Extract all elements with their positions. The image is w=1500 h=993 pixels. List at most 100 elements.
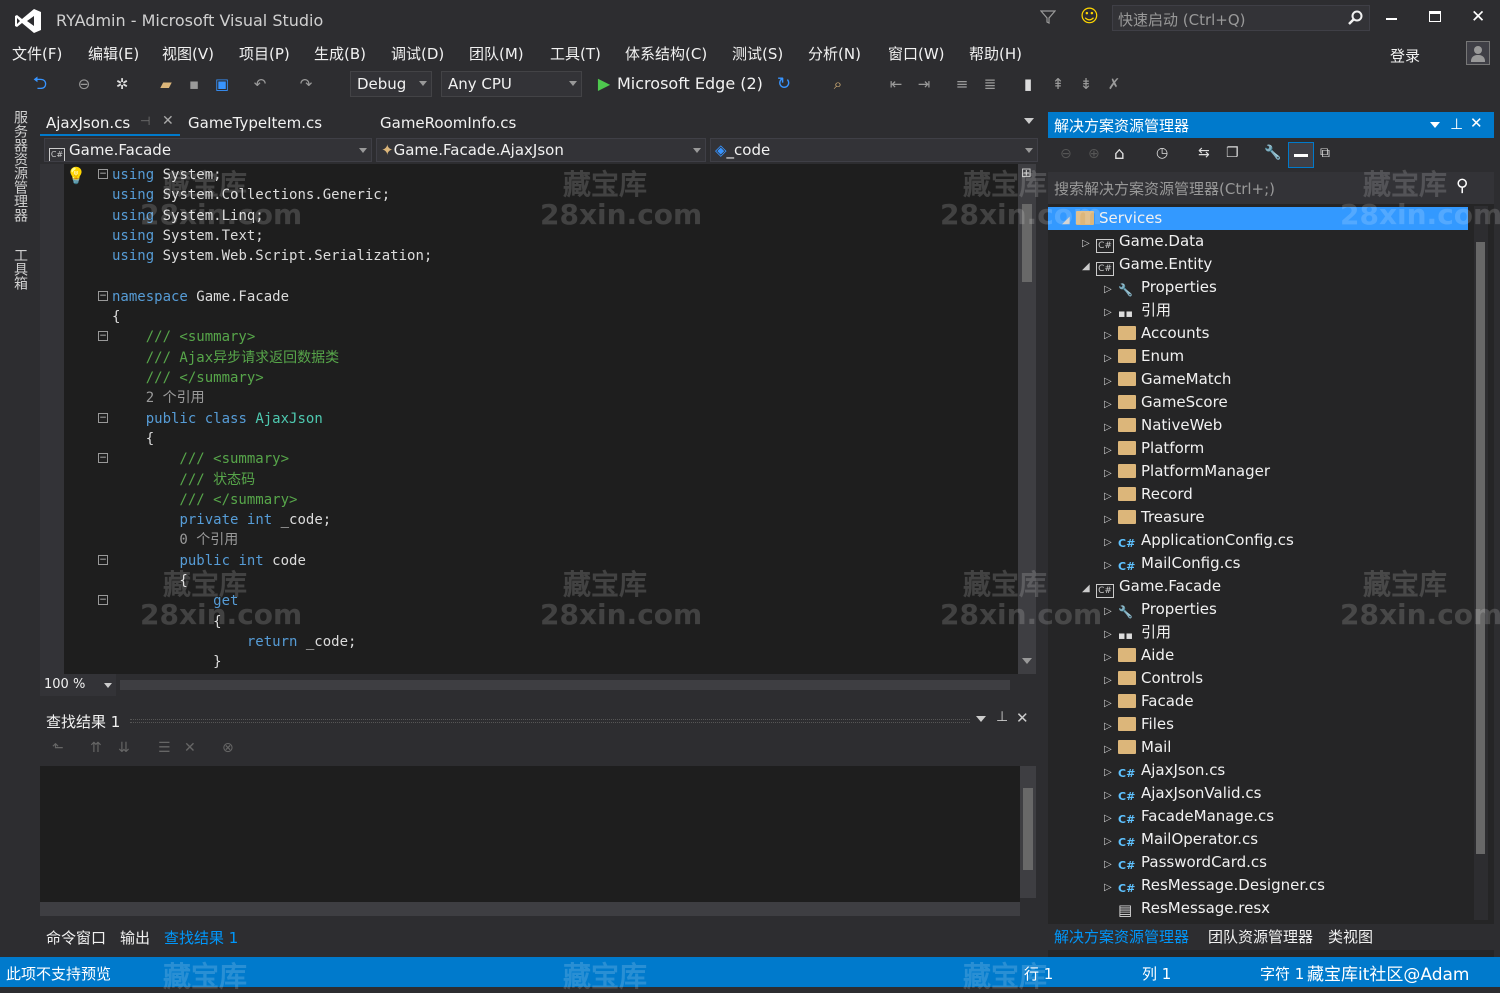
platform-dropdown[interactable]: Any CPU	[441, 71, 582, 97]
tree-node[interactable]: ▷ C# PasswordCard.cs	[1104, 851, 1267, 874]
server-explorer-tab[interactable]: 服务器资源管理器	[10, 110, 30, 222]
collapse-region-icon[interactable]: −	[98, 453, 108, 464]
cancel-search-icon[interactable]: ⊗	[222, 740, 234, 756]
clear-bookmarks-icon[interactable]: ✗	[1106, 76, 1122, 92]
collapsed-arrow-icon[interactable]: ▷	[1104, 393, 1118, 416]
start-debug-icon[interactable]: ▶	[596, 76, 612, 92]
close-tab-icon[interactable]: ✕	[162, 113, 174, 129]
navigate-back-icon[interactable]: ⮌	[32, 75, 48, 93]
prev-bookmark-icon[interactable]: ⇞	[1050, 76, 1066, 92]
menu-architecture[interactable]: 体系结构(C)	[625, 43, 707, 64]
code-line[interactable]: {	[112, 307, 120, 327]
login-link[interactable]: 登录	[1390, 45, 1420, 66]
pin-icon[interactable]: ⊥	[996, 709, 1008, 725]
menu-analyze[interactable]: 分析(N)	[808, 43, 861, 64]
collapsed-arrow-icon[interactable]: ▷	[1104, 324, 1118, 347]
pending-changes-icon[interactable]: ◷	[1156, 145, 1168, 161]
tree-node[interactable]: ▷ C# AjaxJson.cs	[1104, 759, 1225, 782]
collapsed-arrow-icon[interactable]: ▷	[1104, 692, 1118, 715]
next-bookmark-icon[interactable]: ⇟	[1078, 76, 1094, 92]
code-line[interactable]: {	[112, 429, 154, 449]
collapsed-arrow-icon[interactable]: ▷	[1104, 531, 1118, 554]
properties-icon[interactable]: 🔧	[1264, 145, 1281, 161]
collapse-region-icon[interactable]: −	[98, 331, 108, 342]
menu-debug[interactable]: 调试(D)	[391, 43, 444, 64]
code-line[interactable]: /// 状态码	[112, 470, 255, 490]
tab-team-explorer[interactable]: 团队资源管理器	[1208, 926, 1313, 947]
open-file-icon[interactable]: ▰	[158, 76, 174, 92]
code-line[interactable]: public class AjaxJson	[112, 409, 323, 429]
menu-team[interactable]: 团队(M)	[469, 43, 524, 64]
code-line[interactable]: /// </summary>	[112, 368, 264, 388]
collapsed-arrow-icon[interactable]: ▷	[1104, 715, 1118, 738]
collapsed-arrow-icon[interactable]: ▷	[1104, 301, 1118, 324]
collapsed-arrow-icon[interactable]: ▷	[1104, 853, 1118, 876]
tab-gameroominfo[interactable]: GameRoomInfo.cs	[374, 110, 522, 136]
expanded-arrow-icon[interactable]: ◢	[1082, 577, 1096, 600]
close-panel-icon[interactable]: ✕	[1470, 114, 1483, 132]
code-line[interactable]: /// <summary>	[112, 449, 289, 469]
code-line[interactable]: using System.Collections.Generic;	[112, 185, 390, 205]
tree-node[interactable]: ▷ GameScore	[1104, 391, 1228, 414]
code-line[interactable]: get	[112, 591, 238, 611]
tree-node[interactable]: ▷ C# ResMessage.Designer.cs	[1104, 874, 1325, 897]
collapsed-arrow-icon[interactable]: ▷	[1082, 232, 1096, 255]
tab-class-view[interactable]: 类视图	[1328, 926, 1373, 947]
menu-build[interactable]: 生成(B)	[314, 43, 366, 64]
code-line[interactable]: 2 个引用	[112, 388, 205, 408]
comment-icon[interactable]: ≡	[954, 76, 970, 92]
code-line[interactable]: {	[112, 571, 187, 591]
tree-node[interactable]: ▷ Treasure	[1104, 506, 1205, 529]
refresh-icon[interactable]: ↻	[776, 76, 792, 93]
feedback-smiley-icon[interactable]: ☺	[1080, 6, 1099, 27]
code-line[interactable]: using System.Web.Script.Serialization;	[112, 246, 432, 266]
code-line[interactable]: /// Ajax异步请求返回数据类	[112, 348, 339, 368]
tab-solution-explorer[interactable]: 解决方案资源管理器	[1054, 926, 1189, 947]
home-icon[interactable]: ⌂	[1114, 144, 1125, 164]
project-dropdown[interactable]: C# Game.Facade	[44, 138, 372, 162]
tab-find-results[interactable]: 查找结果 1	[164, 927, 238, 948]
minimize-button[interactable]	[1386, 18, 1397, 20]
toolbox-tab[interactable]: 工具箱	[10, 248, 30, 290]
menu-help[interactable]: 帮助(H)	[969, 43, 1022, 64]
outdent-icon[interactable]: ⇤	[888, 76, 904, 92]
find-results-list[interactable]	[40, 766, 1020, 906]
collapse-region-icon[interactable]: −	[98, 554, 108, 565]
tree-node[interactable]: ▷ Record	[1104, 483, 1193, 506]
collapse-region-icon[interactable]: −	[98, 412, 108, 423]
new-project-icon[interactable]: ✲	[114, 76, 130, 92]
split-handle-icon[interactable]: ⊞	[1021, 166, 1032, 181]
member-dropdown[interactable]: ◈_code	[710, 138, 1038, 162]
forward-icon[interactable]: ⊕	[1088, 146, 1100, 162]
tree-node[interactable]: ▷ Accounts	[1104, 322, 1209, 345]
tree-node[interactable]: ▷ ▪▪ 引用	[1104, 621, 1171, 644]
tree-node[interactable]: ▷ Facade	[1104, 690, 1194, 713]
search-icon[interactable]: ⚲	[1456, 176, 1468, 196]
tree-node[interactable]: ▷ C# AjaxJsonValid.cs	[1104, 782, 1261, 805]
menu-tools[interactable]: 工具(T)	[550, 43, 601, 64]
panel-menu-icon[interactable]	[1430, 122, 1440, 128]
scroll-thumb[interactable]	[1023, 788, 1033, 870]
navigate-forward-icon[interactable]: ⊖	[76, 76, 92, 92]
collapsed-arrow-icon[interactable]: ▷	[1104, 485, 1118, 508]
maximize-button[interactable]	[1429, 11, 1441, 22]
solution-search-input[interactable]: 搜索解决方案资源管理器(Ctrl+;) ⚲	[1048, 172, 1494, 204]
stop-find-icon[interactable]: ✕	[184, 740, 196, 756]
scroll-thumb[interactable]	[1022, 204, 1032, 282]
back-icon[interactable]: ⊖	[1060, 146, 1072, 162]
code-line[interactable]: using System;	[112, 165, 222, 185]
account-avatar-icon[interactable]	[1466, 41, 1490, 65]
goto-location-icon[interactable]: ⬑	[52, 740, 64, 756]
menu-file[interactable]: 文件(F)	[12, 43, 62, 64]
code-line[interactable]: public int code	[112, 551, 305, 571]
tree-node[interactable]: ▷ C# ApplicationConfig.cs	[1104, 529, 1294, 552]
find-results-hscrollbar[interactable]	[40, 902, 1020, 916]
code-line[interactable]: /// <summary>	[112, 327, 256, 347]
collapsed-arrow-icon[interactable]: ▷	[1104, 439, 1118, 462]
collapsed-arrow-icon[interactable]: ▷	[1104, 554, 1118, 577]
scroll-down-icon[interactable]	[1022, 658, 1032, 664]
panel-menu-icon[interactable]	[976, 716, 986, 722]
redo-icon[interactable]: ↷	[298, 76, 314, 92]
clear-all-icon[interactable]: ☰	[158, 740, 171, 756]
collapsed-arrow-icon[interactable]: ▷	[1104, 278, 1118, 301]
